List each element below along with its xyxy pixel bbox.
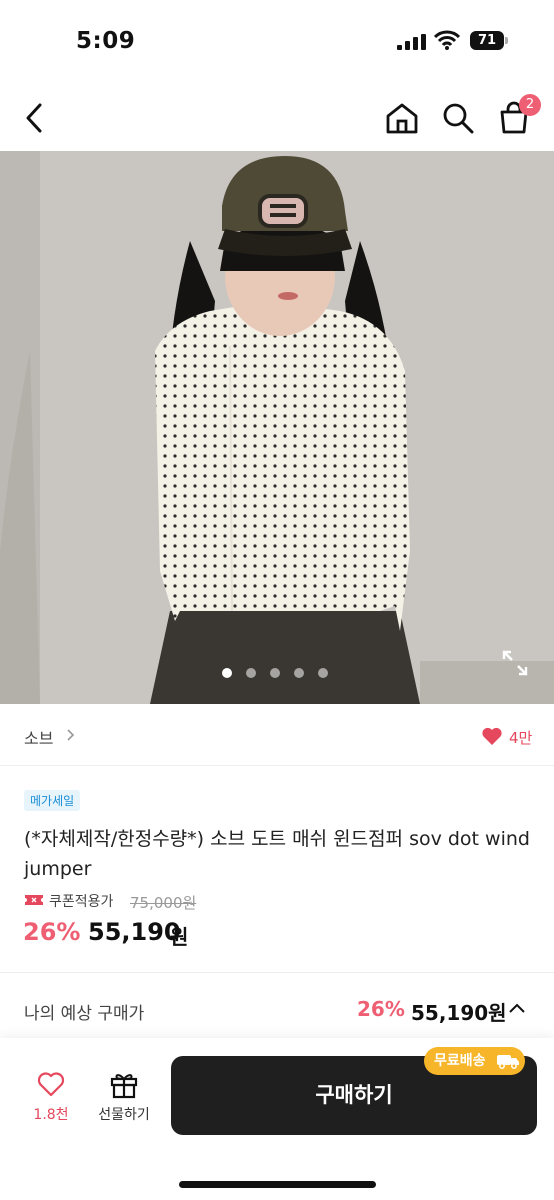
battery-tip [505,37,508,44]
coupon-label: 쿠폰적용가 [49,894,114,910]
estimated-price-label: 나의 예상 구매가 [24,1004,145,1024]
brand-like-count: 4만 [509,729,533,747]
signal-icon [397,34,426,50]
pagination-dot[interactable] [246,668,256,678]
product-photo [0,151,554,704]
gift-icon[interactable] [109,1069,139,1099]
chevron-up-icon[interactable] [507,1001,527,1015]
back-icon[interactable] [20,100,50,136]
wishlist-count: 1.8천 [33,1107,69,1123]
battery-indicator: 71 [470,31,504,50]
expand-icon[interactable] [502,650,528,676]
nav-bar: 2 [0,88,554,148]
status-time: 5:09 [76,28,136,54]
truck-icon [497,1055,519,1069]
wishlist-heart-icon[interactable] [37,1071,65,1097]
heart-icon[interactable] [481,726,503,746]
estimated-discount: 26% [357,997,405,1021]
pagination-dot[interactable] [294,668,304,678]
brand-name[interactable]: 소브 [24,725,53,749]
currency-unit: 원 [170,925,189,949]
home-indicator [179,1181,376,1188]
product-image[interactable] [0,151,554,704]
sale-price: 55,190 [88,918,181,946]
coupon-icon [25,895,43,905]
brand-row: 소브 4만 [0,704,554,766]
pagination-dot[interactable] [222,668,232,678]
original-price: 75,000원 [130,894,197,912]
pagination-dot[interactable] [270,668,280,678]
cart-count-badge: 2 [519,94,541,116]
gallery-pagination [222,668,332,678]
status-bar: 5:09 71 [0,0,554,80]
home-icon[interactable] [384,100,420,136]
estimated-price: 55,190원 [411,1001,507,1025]
sale-badge: 메가세일 [24,790,81,811]
product-title: (*자체제작/한정수량*) 소브 도트 매쉬 윈드점퍼 sov dot wind… [24,828,530,880]
wifi-icon [434,30,460,50]
section-divider [0,972,554,973]
pagination-dot[interactable] [318,668,328,678]
chevron-right-icon[interactable] [65,728,75,742]
search-icon[interactable] [440,100,476,136]
gift-label[interactable]: 선물하기 [92,1104,156,1124]
discount-rate: 26% [23,918,81,946]
